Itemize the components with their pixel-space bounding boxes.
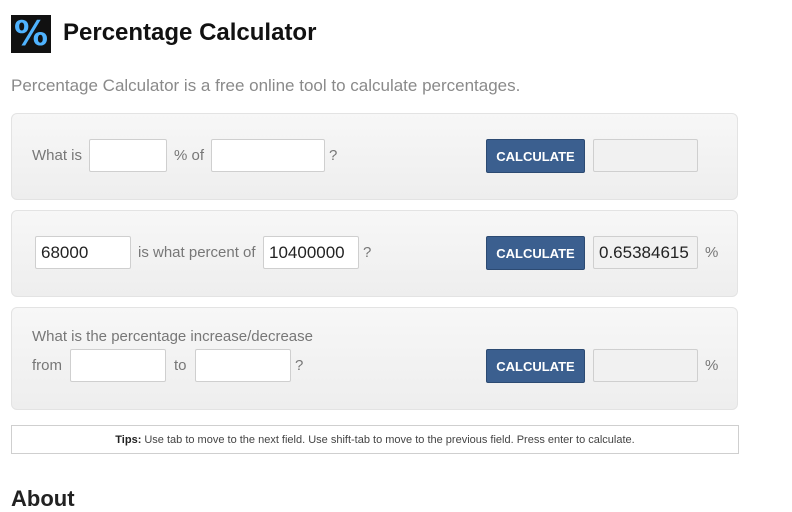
question-mark: ? bbox=[363, 244, 372, 261]
of-value-input[interactable] bbox=[211, 139, 325, 172]
total-input[interactable] bbox=[263, 236, 359, 269]
result-field-3[interactable] bbox=[593, 349, 698, 382]
tips-box: Tips: Use tab to move to the next field.… bbox=[11, 425, 739, 454]
percent-unit-label: % bbox=[705, 244, 719, 261]
to-input[interactable] bbox=[195, 349, 291, 382]
percent-unit-label: % bbox=[705, 357, 719, 374]
calculator-increase-decrease: What is the percentage increase/decrease… bbox=[11, 307, 738, 410]
question-mark: ? bbox=[295, 357, 304, 374]
what-is-label: What is bbox=[32, 147, 83, 164]
result-field-2[interactable] bbox=[593, 236, 698, 269]
calculate-button-2[interactable]: CALCULATE bbox=[486, 236, 585, 270]
calculate-button-1[interactable]: CALCULATE bbox=[486, 139, 585, 173]
calculator-what-percent: is what percent of ? CALCULATE % bbox=[11, 210, 738, 297]
percent-logo-icon: % bbox=[11, 15, 51, 53]
increase-decrease-heading: What is the percentage increase/decrease bbox=[32, 328, 313, 345]
calculate-button-3[interactable]: CALCULATE bbox=[486, 349, 585, 383]
result-field-1[interactable] bbox=[593, 139, 698, 172]
percent-input[interactable] bbox=[89, 139, 167, 172]
value-input[interactable] bbox=[35, 236, 131, 269]
tips-text: Use tab to move to the next field. Use s… bbox=[144, 433, 635, 446]
what-percent-of-label: is what percent of bbox=[138, 244, 256, 261]
about-heading: About bbox=[11, 486, 75, 511]
calculator-percent-of: What is % of ? CALCULATE bbox=[11, 113, 738, 200]
from-label: from bbox=[32, 357, 62, 374]
page-title: Percentage Calculator bbox=[63, 19, 317, 46]
tips-label: Tips: bbox=[115, 433, 142, 446]
from-input[interactable] bbox=[70, 349, 166, 382]
question-mark: ? bbox=[329, 147, 338, 164]
page-subtitle: Percentage Calculator is a free online t… bbox=[11, 76, 521, 95]
percent-of-label: % of bbox=[174, 147, 205, 164]
to-label: to bbox=[174, 357, 187, 374]
